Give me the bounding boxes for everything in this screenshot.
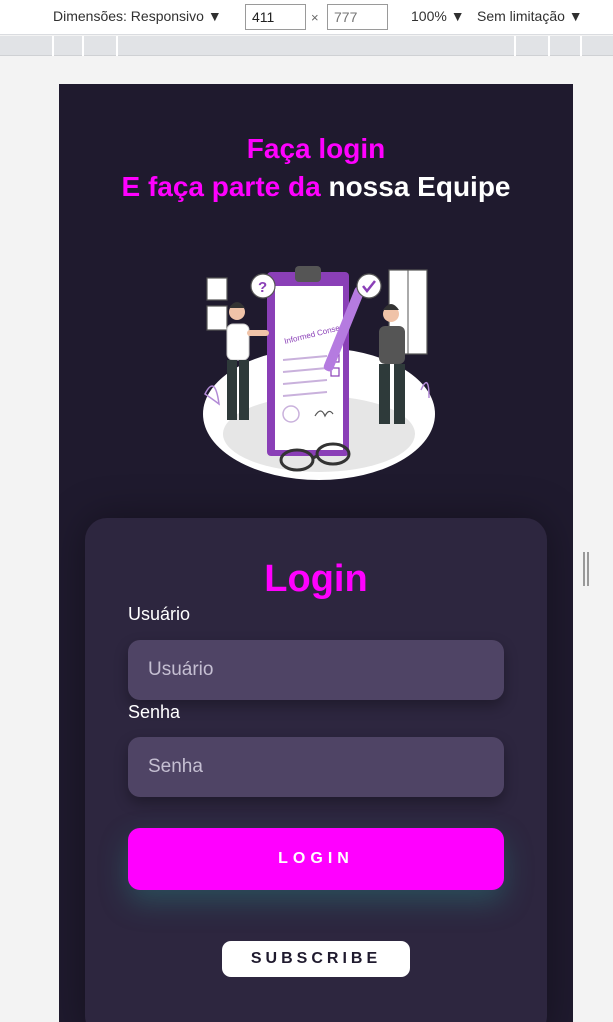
login-card: Login Usuário Senha LOGIN SUBSCRIBE — [85, 518, 547, 1022]
page-headline: Faça login E faça parte da nossa Equipe — [59, 130, 573, 206]
devtools-toolbar: Dimensões: Responsivo ▼ × 100% ▼ Sem lim… — [0, 0, 613, 35]
headline-line-1: Faça login — [246, 133, 386, 164]
media-query-ruler[interactable] — [0, 36, 613, 56]
username-input[interactable] — [128, 640, 504, 700]
headline-white: nossa Equipe — [320, 171, 511, 202]
svg-text:?: ? — [258, 279, 267, 296]
password-label: Senha — [128, 702, 181, 722]
width-input[interactable] — [245, 4, 306, 30]
zoom-dropdown[interactable]: 100% ▼ — [411, 8, 465, 24]
headline-accent: E faça parte da — [121, 171, 321, 202]
headline-line-2: E faça parte da nossa Equipe — [59, 168, 573, 206]
ruler-tick — [116, 36, 118, 56]
ruler-tick — [52, 36, 54, 56]
login-button[interactable]: LOGIN — [128, 828, 504, 890]
ruler-tick — [548, 36, 550, 56]
consent-illustration: Informed Consent ? — [203, 266, 435, 480]
times-separator: × — [311, 10, 319, 25]
ruler-tick — [82, 36, 84, 56]
login-title: Login — [264, 558, 368, 600]
password-input[interactable] — [128, 737, 504, 797]
dimensions-dropdown[interactable]: Dimensões: Responsivo ▼ — [53, 8, 222, 24]
ruler-tick — [514, 36, 516, 56]
ruler-tick — [580, 36, 582, 56]
throttle-dropdown[interactable]: Sem limitação ▼ — [477, 8, 583, 24]
page-viewport: Faça login E faça parte da nossa Equipe … — [59, 84, 573, 1022]
username-label: Usuário — [128, 604, 191, 624]
subscribe-button[interactable]: SUBSCRIBE — [222, 941, 410, 977]
resize-handle[interactable] — [583, 552, 589, 586]
height-input[interactable] — [327, 4, 388, 30]
